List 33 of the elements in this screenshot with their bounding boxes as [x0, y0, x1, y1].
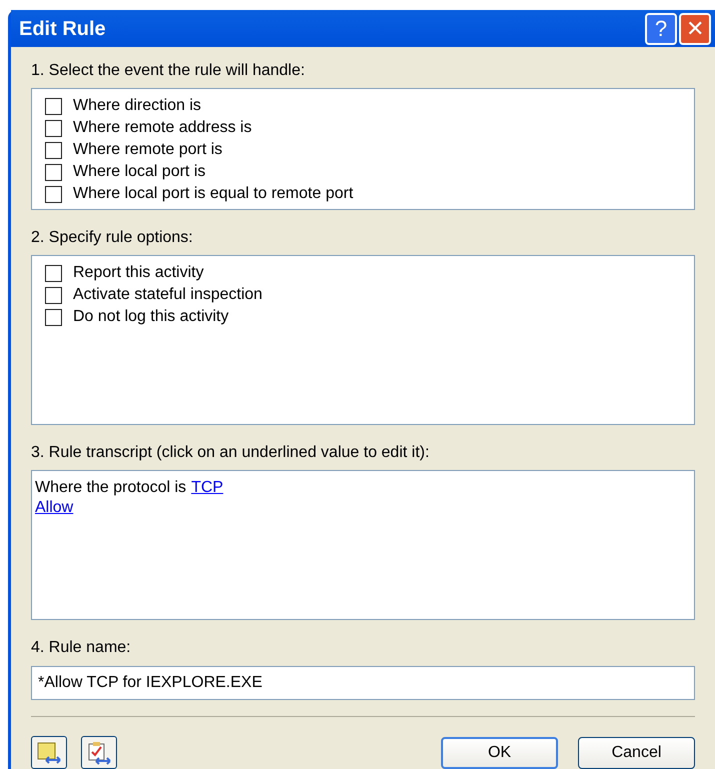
checkbox-label: Where remote address is: [73, 118, 252, 138]
section-label: 3. Rule transcript (click on an underlined value to edit it):: [31, 443, 430, 463]
checkbox-label: Where remote port is: [73, 140, 222, 160]
ok-button[interactable]: OK: [441, 736, 558, 768]
section-label: 4. Rule name:: [31, 638, 132, 658]
section-label: 2. Specify rule options:: [31, 228, 194, 248]
checkbox[interactable]: [45, 186, 62, 202]
checkbox[interactable]: [45, 308, 62, 326]
checkbox-label: Where local port is: [73, 162, 206, 182]
note-arrows-icon: [36, 740, 62, 764]
checkbox-label: Do not log this activity: [73, 307, 229, 327]
rule-name-field[interactable]: *Allow TCP for IEXPLORE.EXE: [31, 666, 695, 700]
transcript-link[interactable]: Allow: [35, 496, 74, 516]
transcript-link[interactable]: TCP: [191, 476, 224, 496]
checkbox-label: Where local port is equal to remote port: [73, 184, 354, 204]
checkbox-label: Where direction is: [73, 96, 202, 116]
help-button[interactable]: ?: [645, 12, 677, 44]
checkbox[interactable]: [45, 98, 62, 114]
checkbox[interactable]: [45, 142, 62, 158]
transcript-text: Where the protocol is: [35, 478, 186, 496]
checkbox-label: Report this activity: [73, 263, 204, 283]
checkbox[interactable]: [45, 264, 62, 282]
section-label: 1. Select the event the rule will handle:: [31, 61, 306, 81]
export-button[interactable]: [81, 736, 117, 769]
checkbox[interactable]: [45, 286, 62, 304]
checkbox[interactable]: [45, 164, 62, 180]
window-title: Edit Rule: [19, 16, 107, 42]
checkbox[interactable]: [45, 120, 62, 136]
clipboard-check-icon: [86, 740, 112, 764]
import-button[interactable]: [31, 736, 67, 769]
close-button[interactable]: ✕: [679, 12, 711, 44]
checkbox-label: Activate stateful inspection: [73, 285, 262, 305]
cancel-button[interactable]: Cancel: [578, 736, 695, 768]
